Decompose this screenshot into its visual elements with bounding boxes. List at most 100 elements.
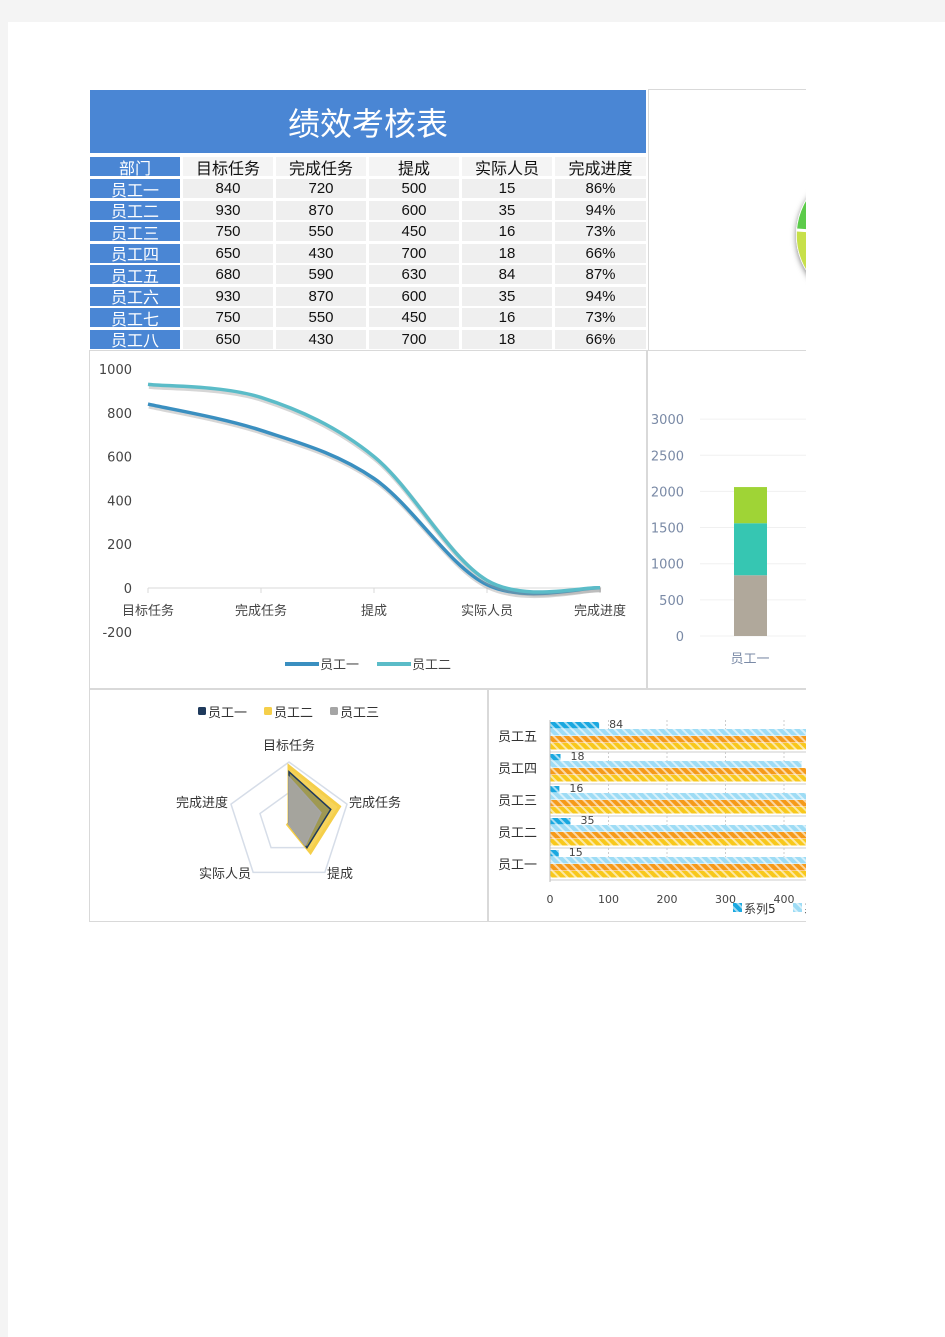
- radar-axis-label: 完成进度: [176, 795, 228, 811]
- y-tick-label: 1000: [99, 363, 132, 378]
- bar: [550, 800, 806, 807]
- table-cell[interactable]: 600: [369, 286, 459, 306]
- stack-segment: [734, 523, 767, 576]
- bar: [550, 850, 559, 857]
- table-cell[interactable]: 840: [183, 179, 273, 198]
- bar: [550, 786, 560, 793]
- y-tick-label: 员工四: [498, 762, 537, 777]
- bar: [550, 768, 806, 775]
- x-tick-label: 完成进度: [574, 603, 626, 619]
- table-cell[interactable]: 550: [276, 308, 366, 327]
- row-label[interactable]: 员工八: [90, 329, 180, 350]
- stacked-bar-panel[interactable]: 3000 2500 2000 1500 1000 500 0 员工一: [647, 350, 806, 689]
- line-chart-panel[interactable]: 1000 800 600 400 200 0 -200 目标任务 完成任务 提成 实际人员 完成进度员…: [89, 350, 647, 689]
- table-cell[interactable]: 35: [462, 200, 552, 220]
- column-header[interactable]: 目标任务: [183, 157, 273, 178]
- x-tick-label: 200: [657, 893, 678, 906]
- x-tick-label: 实际人员: [461, 604, 513, 619]
- x-tick-label: 100: [598, 893, 619, 906]
- data-label: 15: [569, 846, 583, 859]
- table-cell[interactable]: 870: [276, 200, 366, 220]
- table-cell[interactable]: 720: [276, 179, 366, 198]
- y-tick-label: 0: [676, 630, 684, 645]
- table-cell[interactable]: 94%: [555, 286, 646, 306]
- table-cell[interactable]: 16: [462, 222, 552, 241]
- column-header[interactable]: 部门: [90, 157, 180, 178]
- column-header[interactable]: 完成任务: [276, 157, 366, 178]
- table-cell[interactable]: 600: [369, 200, 459, 220]
- table-cell[interactable]: 650: [183, 243, 273, 263]
- bar: [550, 761, 802, 768]
- y-tick-label: 200: [107, 538, 132, 553]
- table-cell[interactable]: 66%: [555, 329, 646, 349]
- radar-chart-panel[interactable]: 目标任务 完成任务 提成 实际人员 完成进度 员工一 员工二 员工三: [89, 689, 488, 922]
- table-cell[interactable]: 35: [462, 286, 552, 306]
- row-label[interactable]: 员工二: [90, 200, 180, 221]
- row-label[interactable]: 员工一: [90, 179, 180, 200]
- series-line: [147, 382, 601, 594]
- row-label[interactable]: 员工五: [90, 265, 180, 286]
- table-cell[interactable]: 930: [183, 286, 273, 306]
- table-cell[interactable]: 18: [462, 243, 552, 263]
- table-cell[interactable]: 87%: [555, 265, 646, 284]
- table-cell[interactable]: 86%: [555, 179, 646, 198]
- table-cell[interactable]: 430: [276, 243, 366, 263]
- bar: [550, 864, 806, 871]
- table-cell[interactable]: 700: [369, 329, 459, 349]
- row-label[interactable]: 员工七: [90, 308, 180, 329]
- x-tick-label: 提成: [361, 603, 387, 619]
- column-header[interactable]: 提成: [369, 157, 459, 178]
- table-cell[interactable]: 700: [369, 243, 459, 263]
- legend-swatch: [198, 707, 206, 715]
- table-cell[interactable]: 680: [183, 265, 273, 284]
- bar: [550, 807, 806, 814]
- table-cell[interactable]: 590: [276, 265, 366, 284]
- table-cell[interactable]: 500: [369, 179, 459, 198]
- bar: [550, 736, 806, 743]
- table-cell[interactable]: 15: [462, 179, 552, 198]
- legend-label: 员工二: [274, 706, 313, 721]
- bar: [550, 818, 571, 825]
- y-tick-label: 800: [107, 407, 132, 422]
- table-cell[interactable]: 18: [462, 329, 552, 349]
- table-cell[interactable]: 430: [276, 329, 366, 349]
- stacked-bar-chart: 3000 2500 2000 1500 1000 500 0 员工一: [651, 413, 806, 667]
- series-line-shadow: [148, 403, 602, 599]
- data-label: 16: [569, 782, 583, 795]
- pie-slice: [797, 201, 806, 231]
- table-cell[interactable]: 630: [369, 265, 459, 284]
- table-cell[interactable]: 550: [276, 222, 366, 241]
- line-chart: 1000 800 600 400 200 0 -200 目标任务 完成任务 提成 实际人员 完成进度员…: [99, 363, 626, 673]
- row-label[interactable]: 员工四: [90, 243, 180, 264]
- series-line: [147, 402, 601, 596]
- bar: [550, 832, 806, 839]
- row-label[interactable]: 员工六: [90, 286, 180, 307]
- x-tick-label: 400: [774, 893, 795, 906]
- column-header[interactable]: 完成进度: [555, 157, 646, 178]
- table-cell[interactable]: 750: [183, 222, 273, 241]
- column-header[interactable]: 实际人员: [462, 157, 552, 178]
- table-cell[interactable]: 870: [276, 286, 366, 306]
- table-cell[interactable]: 650: [183, 329, 273, 349]
- pie-chart-panel[interactable]: [648, 89, 806, 351]
- table-cell[interactable]: 84: [462, 265, 552, 284]
- hbar-chart-panel[interactable]: 0100200300400员工五84员工四18员工三16员工二35员工一1543…: [488, 689, 806, 922]
- table-cell[interactable]: 750: [183, 308, 273, 327]
- bar: [550, 743, 806, 750]
- y-tick-label: 员工五: [498, 730, 537, 745]
- table-cell[interactable]: 450: [369, 222, 459, 241]
- table-cell[interactable]: 66%: [555, 243, 646, 263]
- table-cell[interactable]: 94%: [555, 200, 646, 220]
- table-cell[interactable]: 930: [183, 200, 273, 220]
- row-label[interactable]: 员工三: [90, 222, 180, 243]
- bar: [550, 871, 806, 878]
- table-cell[interactable]: 450: [369, 308, 459, 327]
- x-tick-label: 目标任务: [122, 603, 174, 619]
- legend-label: 员工一: [208, 706, 247, 721]
- table-cell[interactable]: 16: [462, 308, 552, 327]
- table-cell[interactable]: 73%: [555, 222, 646, 241]
- radar-axis-label: 实际人员: [199, 867, 251, 882]
- x-tick-label: 300: [715, 893, 736, 906]
- table-cell[interactable]: 73%: [555, 308, 646, 327]
- pie-chart: [796, 199, 806, 271]
